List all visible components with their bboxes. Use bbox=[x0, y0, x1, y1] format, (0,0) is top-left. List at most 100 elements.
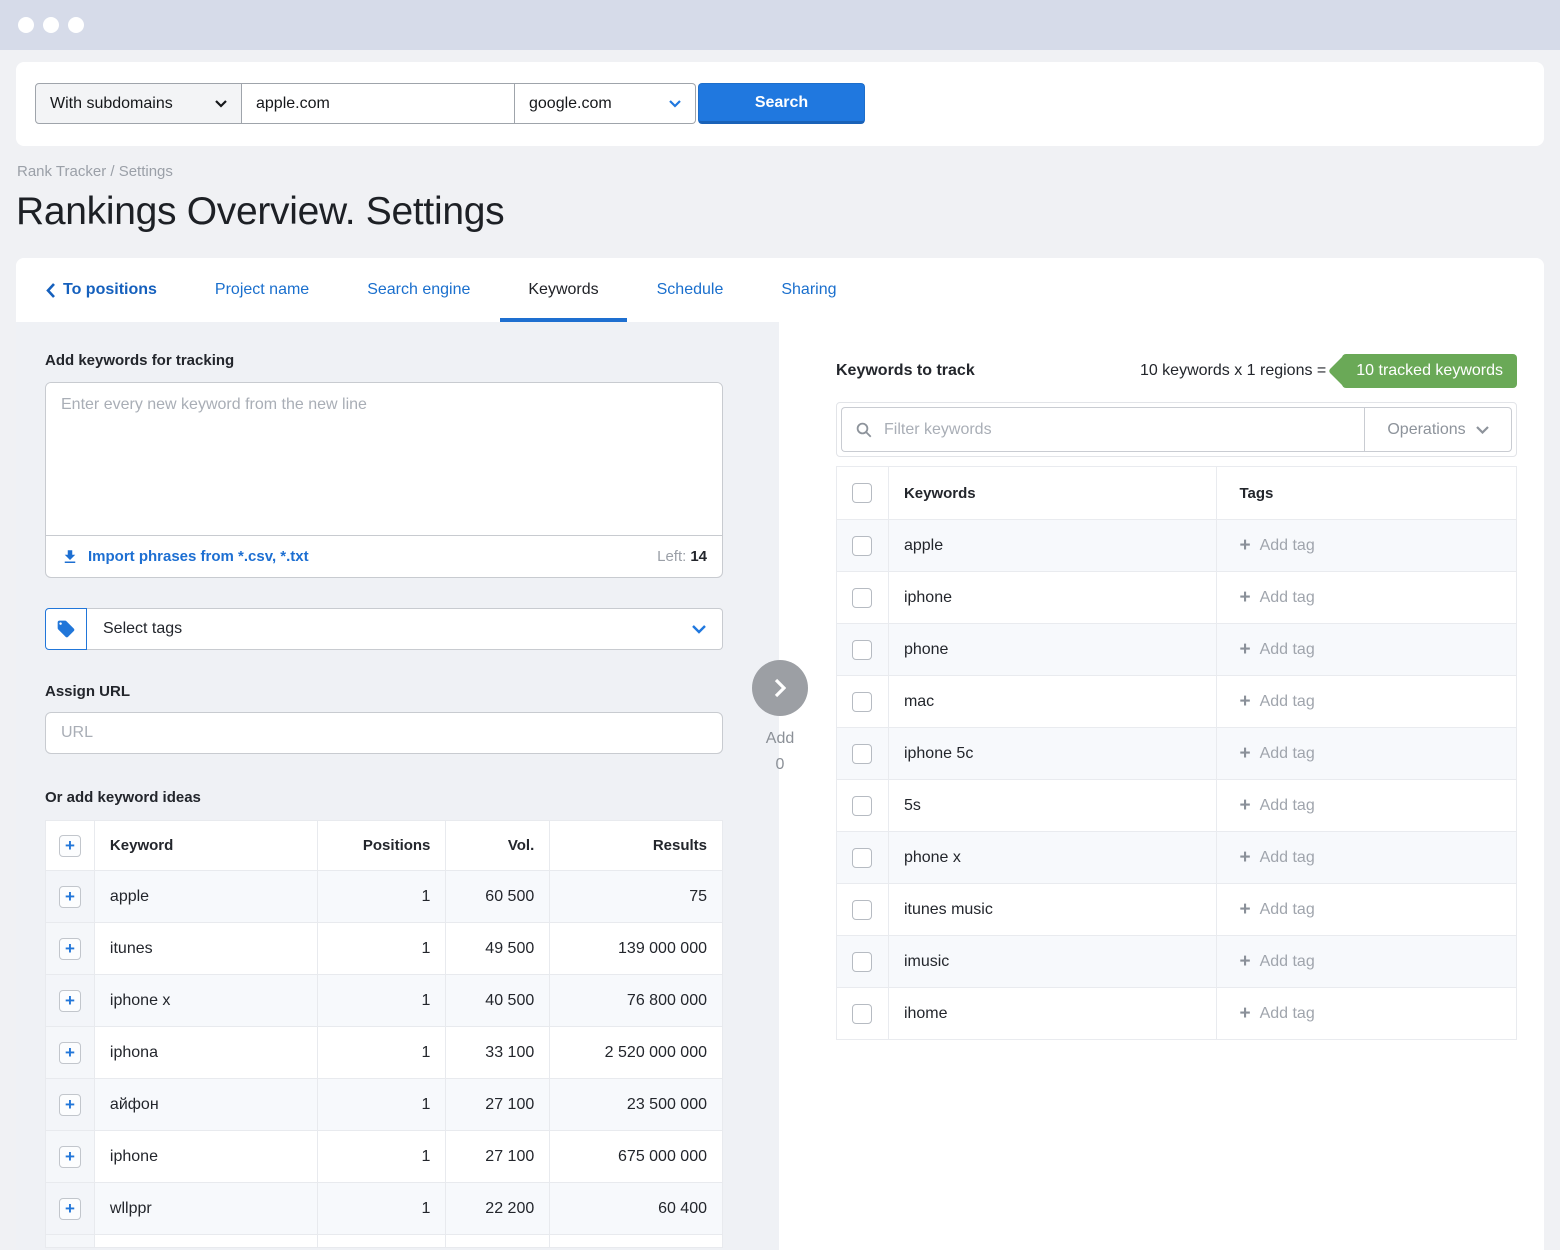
window-control-dot[interactable] bbox=[68, 17, 84, 33]
tracked-header-row: Keywords Tags bbox=[837, 467, 1517, 520]
tracked-keyword: ihome bbox=[888, 988, 1217, 1040]
domain-input[interactable] bbox=[242, 83, 515, 124]
add-keywords-panel: Add keywords for tracking Import phrases… bbox=[16, 322, 779, 1250]
add-tag-button[interactable]: + Add tag bbox=[1239, 588, 1516, 607]
add-tag-button[interactable]: + Add tag bbox=[1239, 952, 1516, 971]
operations-dropdown[interactable]: Operations bbox=[1364, 407, 1512, 452]
idea-volume: 27 100 bbox=[446, 1079, 550, 1131]
add-idea-button[interactable]: + bbox=[59, 1094, 81, 1116]
plus-icon: + bbox=[1239, 692, 1250, 711]
plus-icon: + bbox=[1239, 744, 1250, 763]
idea-results: 76 800 000 bbox=[550, 975, 723, 1027]
row-checkbox[interactable] bbox=[852, 1004, 872, 1024]
tab-project-name[interactable]: Project name bbox=[215, 258, 309, 322]
chevron-down-icon bbox=[1476, 426, 1489, 434]
row-checkbox[interactable] bbox=[852, 588, 872, 608]
tracked-keyword-row: 5s + Add tag bbox=[837, 780, 1517, 832]
summary-text: 10 keywords x 1 regions = bbox=[1140, 362, 1326, 380]
add-idea-button[interactable]: + bbox=[59, 1042, 81, 1064]
add-tag-button[interactable]: + Add tag bbox=[1239, 796, 1516, 815]
idea-results: 675 000 000 bbox=[550, 1131, 723, 1183]
tab-sharing[interactable]: Sharing bbox=[781, 258, 836, 322]
add-keywords-button[interactable] bbox=[752, 660, 808, 716]
search-engine-value: google.com bbox=[529, 95, 612, 113]
tracked-keyword-row: mac + Add tag bbox=[837, 676, 1517, 728]
ideas-header-vol: Vol. bbox=[446, 821, 550, 871]
row-checkbox[interactable] bbox=[852, 640, 872, 660]
keywords-to-track-panel: Keywords to track 10 keywords x 1 region… bbox=[779, 322, 1544, 1250]
ideas-header-row: + Keyword Positions Vol. Results bbox=[46, 821, 723, 871]
select-all-checkbox[interactable] bbox=[852, 483, 872, 503]
add-tag-label: Add tag bbox=[1260, 641, 1315, 659]
row-checkbox[interactable] bbox=[852, 900, 872, 920]
plus-icon: + bbox=[1239, 1004, 1250, 1023]
idea-positions: 1 bbox=[317, 1079, 446, 1131]
select-tags-dropdown[interactable]: Select tags bbox=[45, 608, 723, 650]
filter-keywords-input[interactable] bbox=[884, 421, 1351, 439]
subdomain-mode-value: With subdomains bbox=[50, 95, 173, 113]
idea-results: 2 520 000 000 bbox=[550, 1027, 723, 1079]
add-idea-button[interactable]: + bbox=[59, 886, 81, 908]
add-idea-button[interactable]: + bbox=[59, 990, 81, 1012]
idea-keyword: apple bbox=[94, 871, 317, 923]
add-tag-label: Add tag bbox=[1260, 589, 1315, 607]
chevron-right-icon bbox=[774, 678, 786, 698]
ideas-header-keyword: Keyword bbox=[94, 821, 317, 871]
window-control-dot[interactable] bbox=[43, 17, 59, 33]
operations-label: Operations bbox=[1387, 421, 1465, 439]
keywords-left-counter: Left:14 bbox=[657, 548, 707, 565]
add-tag-button[interactable]: + Add tag bbox=[1239, 848, 1516, 867]
select-tags-label: Select tags bbox=[103, 620, 182, 638]
row-checkbox[interactable] bbox=[852, 692, 872, 712]
add-tag-button[interactable]: + Add tag bbox=[1239, 536, 1516, 555]
add-tag-button[interactable]: + Add tag bbox=[1239, 692, 1516, 711]
add-tag-button[interactable]: + Add tag bbox=[1239, 640, 1516, 659]
plus-icon: + bbox=[1239, 796, 1250, 815]
row-checkbox[interactable] bbox=[852, 952, 872, 972]
add-idea-button[interactable]: + bbox=[59, 1146, 81, 1168]
add-tag-label: Add tag bbox=[1260, 901, 1315, 919]
settings-tabs: To positions Project name Search engine … bbox=[16, 258, 1544, 322]
idea-keyword: iphone x bbox=[94, 975, 317, 1027]
add-tag-label: Add tag bbox=[1260, 537, 1315, 555]
add-tag-label: Add tag bbox=[1260, 849, 1315, 867]
idea-volume: 60 500 bbox=[446, 871, 550, 923]
import-phrases-link[interactable]: Import phrases from *.csv, *.txt bbox=[61, 548, 309, 566]
idea-positions: 1 bbox=[317, 1027, 446, 1079]
add-idea-button[interactable]: + bbox=[59, 1198, 81, 1220]
tracked-keyword: apple bbox=[888, 520, 1217, 572]
row-checkbox[interactable] bbox=[852, 536, 872, 556]
idea-positions: 1 bbox=[317, 975, 446, 1027]
subdomain-mode-select[interactable]: With subdomains bbox=[35, 83, 242, 124]
keyword-idea-row: + iphone 1 27 100 675 000 000 bbox=[46, 1131, 723, 1183]
keyword-ideas-table: + Keyword Positions Vol. Results + apple… bbox=[45, 820, 723, 1248]
add-tag-button[interactable]: + Add tag bbox=[1239, 744, 1516, 763]
search-engine-select[interactable]: google.com bbox=[515, 83, 696, 124]
tab-label: To positions bbox=[63, 281, 157, 299]
tracked-keyword-row: itunes music + Add tag bbox=[837, 884, 1517, 936]
tab-keywords[interactable]: Keywords bbox=[528, 258, 598, 322]
add-all-ideas-button[interactable]: + bbox=[59, 835, 81, 857]
assign-url-input[interactable] bbox=[45, 712, 723, 754]
tracked-keyword: imusic bbox=[888, 936, 1217, 988]
add-idea-button[interactable]: + bbox=[59, 938, 81, 960]
tracked-keyword: itunes music bbox=[888, 884, 1217, 936]
keywords-textarea[interactable] bbox=[46, 383, 722, 535]
idea-keyword: itunes bbox=[94, 923, 317, 975]
add-tag-button[interactable]: + Add tag bbox=[1239, 900, 1516, 919]
row-checkbox[interactable] bbox=[852, 796, 872, 816]
search-button[interactable]: Search bbox=[698, 83, 865, 124]
add-tag-button[interactable]: + Add tag bbox=[1239, 1004, 1516, 1023]
tab-schedule[interactable]: Schedule bbox=[657, 258, 724, 322]
plus-icon: + bbox=[1239, 900, 1250, 919]
tab-search-engine[interactable]: Search engine bbox=[367, 258, 470, 322]
row-checkbox[interactable] bbox=[852, 848, 872, 868]
tracked-keyword: phone bbox=[888, 624, 1217, 676]
tracked-keyword: iphone 5c bbox=[888, 728, 1217, 780]
tab-to-positions[interactable]: To positions bbox=[46, 258, 157, 322]
ideas-header-results: Results bbox=[550, 821, 723, 871]
idea-results: 139 000 000 bbox=[550, 923, 723, 975]
chevron-down-icon bbox=[692, 625, 706, 634]
window-control-dot[interactable] bbox=[18, 17, 34, 33]
row-checkbox[interactable] bbox=[852, 744, 872, 764]
